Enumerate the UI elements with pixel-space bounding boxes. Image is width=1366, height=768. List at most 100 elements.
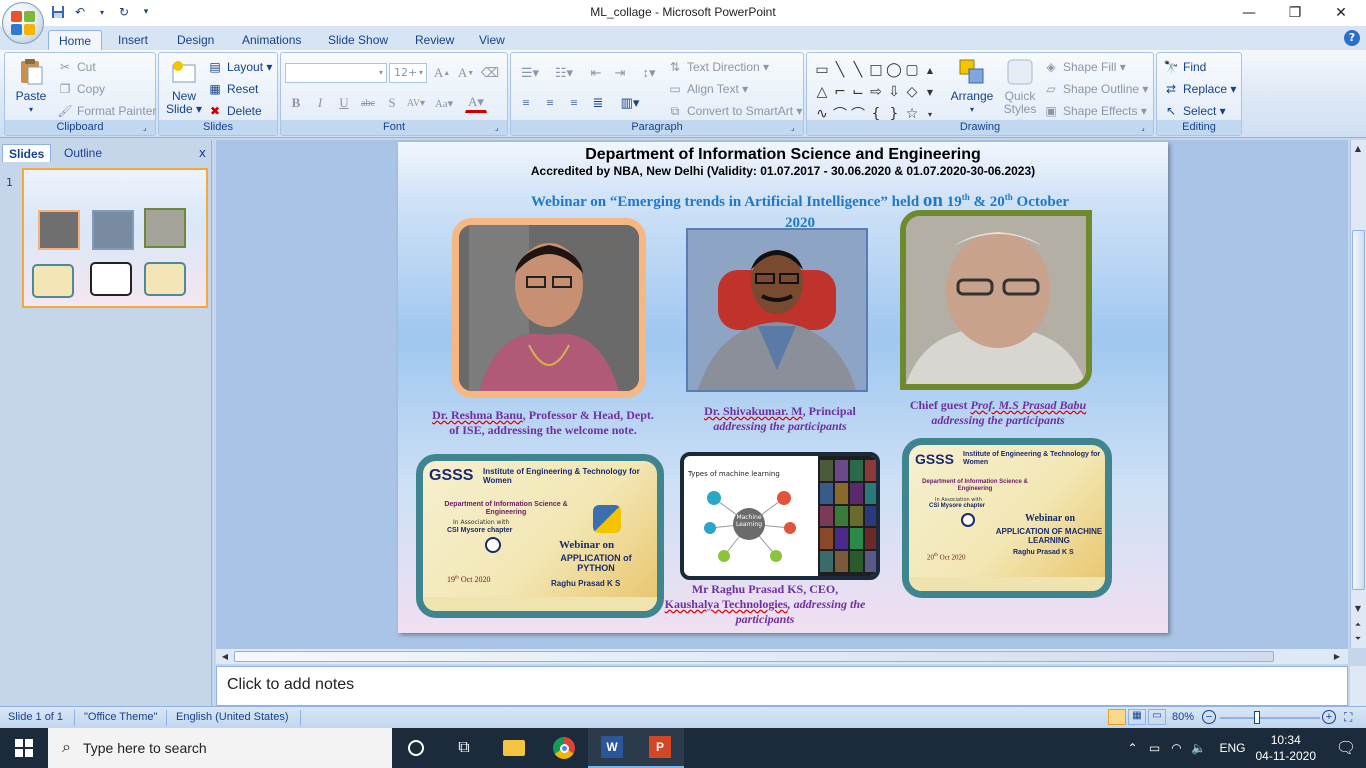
increase-indent-button[interactable]: ⇥ — [609, 63, 631, 83]
cut-button[interactable]: ✂ Cut — [57, 59, 96, 75]
maximize-button[interactable]: ❐ — [1272, 0, 1318, 26]
shapes-gallery[interactable]: ▭ ╲ ╲ □ ◯ ▢ ▲ △ ⌐ ⌙ ⇨ ⇩ ◇ ▼ ∿ ⌒ ⌒{} ☆ ▾ — [813, 59, 939, 125]
quick-styles-button[interactable]: Quick Styles ▾ — [999, 57, 1041, 129]
replace-button[interactable]: ⇄ Replace ▾ — [1163, 81, 1236, 97]
language-status[interactable]: English (United States) — [176, 711, 289, 723]
align-center-button[interactable]: ≡ — [539, 93, 561, 113]
paragraph-launcher-icon[interactable]: ⌟ — [791, 123, 801, 133]
strikethrough-button[interactable]: abc — [357, 93, 379, 113]
shape-effects-button[interactable]: ▣ Shape Effects ▾ — [1043, 103, 1147, 119]
align-right-button[interactable]: ≡ — [563, 93, 585, 113]
notes-scrollbar[interactable] — [1350, 666, 1366, 706]
previous-slide-icon[interactable]: ⏶ — [1351, 618, 1365, 632]
text-shadow-button[interactable]: S — [381, 93, 403, 113]
slide-canvas[interactable]: Department of Information Science and En… — [398, 142, 1168, 633]
office-button[interactable] — [2, 2, 44, 44]
close-button[interactable]: ✕ — [1318, 0, 1364, 26]
powerpoint-icon[interactable]: P — [636, 728, 684, 768]
notifications-icon[interactable]: 🗨 — [1326, 738, 1366, 758]
delete-button[interactable]: ✖ Delete — [207, 103, 262, 119]
copy-button[interactable]: ❐ Copy — [57, 81, 105, 97]
bullets-button[interactable]: ☰▾ — [515, 63, 545, 83]
bold-button[interactable]: B — [285, 93, 307, 113]
elbow-shape-icon[interactable]: ⌙ — [849, 81, 867, 103]
tab-slides[interactable]: Slides — [2, 144, 52, 162]
task-view-icon[interactable]: ⧉ — [440, 728, 488, 768]
font-family-combo[interactable]: ▾ — [285, 63, 387, 83]
select-button[interactable]: ↖ Select ▾ — [1163, 103, 1226, 119]
reset-button[interactable]: ▦ Reset — [207, 81, 258, 97]
character-spacing-button[interactable]: AV▾ — [405, 93, 427, 113]
tab-view[interactable]: View — [469, 30, 515, 50]
flowchart-shape-icon[interactable]: ◇ — [903, 81, 921, 103]
justify-button[interactable]: ≣ — [587, 93, 609, 113]
theme-name[interactable]: "Office Theme" — [84, 711, 157, 723]
scroll-down-icon[interactable]: ▼ — [1351, 602, 1365, 616]
file-explorer-icon[interactable] — [490, 728, 538, 768]
zoom-in-icon[interactable]: + — [1322, 710, 1336, 724]
new-slide-button[interactable]: New Slide ▾ — [163, 57, 205, 116]
text-direction-button[interactable]: ⇅ Text Direction ▾ — [667, 59, 769, 75]
close-pane-icon[interactable]: x — [199, 146, 206, 160]
underline-button[interactable]: U — [333, 93, 355, 113]
layout-button[interactable]: ▤ Layout ▾ — [207, 59, 272, 75]
line-shape-icon[interactable]: ╲ — [831, 59, 849, 81]
network-icon[interactable]: ▭ — [1143, 741, 1165, 755]
tab-design[interactable]: Design — [167, 30, 224, 50]
oval-shape-icon[interactable]: ◯ — [885, 59, 903, 81]
shape-fill-button[interactable]: ◈ Shape Fill ▾ — [1043, 59, 1125, 75]
zoom-slider[interactable] — [1220, 717, 1320, 719]
horizontal-scroll-thumb[interactable] — [234, 651, 1274, 662]
help-icon[interactable]: ? — [1344, 30, 1360, 46]
line-spacing-button[interactable]: ↕▾ — [635, 63, 663, 83]
start-button[interactable] — [0, 728, 48, 768]
word-icon[interactable]: W — [588, 728, 636, 768]
font-size-combo[interactable]: 12+ ▾ — [389, 63, 427, 83]
horizontal-scrollbar[interactable]: ◀ ▶ — [216, 648, 1348, 664]
triangle-shape-icon[interactable]: △ — [813, 81, 831, 103]
italic-button[interactable]: I — [309, 93, 331, 113]
fit-to-window-icon[interactable]: ⛶ — [1344, 710, 1352, 725]
scroll-right-icon[interactable]: ▶ — [1330, 650, 1344, 664]
tab-review[interactable]: Review — [405, 30, 464, 50]
tab-animations[interactable]: Animations — [232, 30, 311, 50]
align-text-button[interactable]: ▭ Align Text ▾ — [667, 81, 748, 97]
cortana-icon[interactable] — [392, 728, 440, 768]
notes-pane[interactable]: Click to add notes — [216, 666, 1348, 706]
more-shapes-icon[interactable]: ▲ — [921, 59, 939, 81]
clipboard-launcher-icon[interactable]: ⌟ — [143, 123, 153, 133]
slide-sorter-icon[interactable]: ▦ — [1128, 709, 1146, 725]
chrome-icon[interactable] — [540, 728, 588, 768]
scroll-left-icon[interactable]: ◀ — [218, 650, 232, 664]
convert-smartart-button[interactable]: ⧉ Convert to SmartArt ▾ — [667, 103, 803, 119]
grow-font-button[interactable]: A ▲ — [431, 63, 453, 83]
tab-insert[interactable]: Insert — [108, 30, 158, 50]
slide-show-icon[interactable]: ▭ — [1148, 709, 1166, 725]
line-shape-icon[interactable]: ╲ — [849, 59, 867, 81]
numbering-button[interactable]: ☷▾ — [549, 63, 579, 83]
down-arrow-shape-icon[interactable]: ⇩ — [885, 81, 903, 103]
clock[interactable]: 10:34 04-11-2020 — [1256, 732, 1317, 764]
next-slide-icon[interactable]: ⏷ — [1351, 632, 1365, 646]
rectangle-shape-icon[interactable]: □ — [867, 59, 885, 81]
scroll-up-icon[interactable]: ▲ — [1351, 142, 1365, 156]
paste-button[interactable]: Paste ▾ — [11, 57, 51, 116]
decrease-indent-button[interactable]: ⇤ — [585, 63, 607, 83]
rounded-rect-shape-icon[interactable]: ▢ — [903, 59, 921, 81]
textbox-shape-icon[interactable]: ▭ — [813, 59, 831, 81]
tab-home[interactable]: Home — [48, 30, 103, 50]
drawing-launcher-icon[interactable]: ⌟ — [1141, 123, 1151, 133]
shrink-font-button[interactable]: A ▼ — [455, 63, 477, 83]
vertical-scrollbar[interactable]: ▲ ▼ ⏶ ⏷ — [1350, 140, 1366, 648]
scroll-shapes-icon[interactable]: ▼ — [921, 81, 939, 103]
slide-thumbnail[interactable] — [22, 168, 208, 308]
volume-icon[interactable]: 🔈 — [1187, 741, 1209, 755]
zoom-out-icon[interactable]: − — [1202, 710, 1216, 724]
font-launcher-icon[interactable]: ⌟ — [495, 123, 505, 133]
taskbar-search[interactable]: ⌕ Type here to search — [48, 728, 392, 768]
zoom-level[interactable]: 80% — [1172, 711, 1194, 723]
connector-shape-icon[interactable]: ⌐ — [831, 81, 849, 103]
format-painter-button[interactable]: 🖌 Format Painter — [57, 103, 156, 119]
vertical-scroll-thumb[interactable] — [1352, 230, 1365, 590]
normal-view-icon[interactable] — [1108, 709, 1126, 725]
